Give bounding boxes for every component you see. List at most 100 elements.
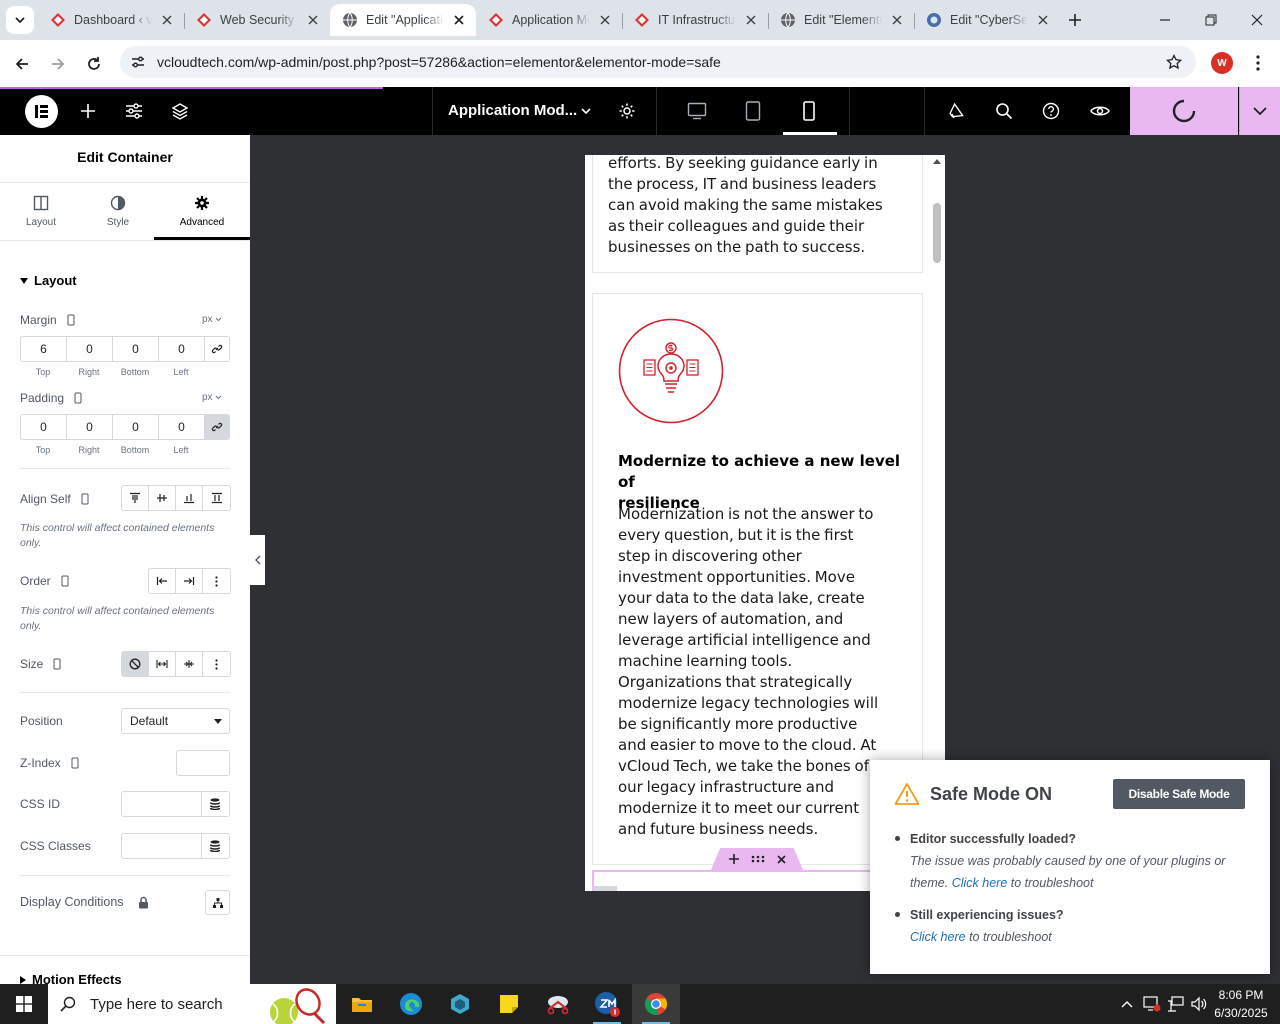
taskbar-snipping-tool[interactable] — [534, 984, 582, 1024]
padding-top-input[interactable]: 0 — [21, 415, 67, 439]
bookmark-star-icon[interactable] — [1166, 54, 1182, 70]
page-settings-button[interactable] — [609, 87, 645, 135]
margin-left-input[interactable]: 0 — [159, 337, 205, 361]
taskbar-file-explorer[interactable] — [338, 984, 386, 1024]
order-end-button[interactable] — [176, 569, 203, 593]
tray-volume[interactable] — [1188, 984, 1210, 1024]
tab-it-infrastructure[interactable]: IT Infrastructure — [622, 4, 768, 36]
close-icon[interactable] — [450, 11, 468, 29]
tray-network[interactable] — [1164, 984, 1188, 1024]
close-icon[interactable] — [742, 11, 760, 29]
section-motion-effects-toggle[interactable]: Motion Effects — [20, 972, 122, 984]
tab-style[interactable]: Style — [79, 191, 157, 241]
taskbar-clock[interactable]: 8:06 PM 6/30/2025 — [1208, 986, 1274, 1022]
preview-button[interactable] — [1082, 87, 1118, 135]
close-icon[interactable] — [304, 11, 322, 29]
disable-safe-mode-button[interactable]: Disable Safe Mode — [1113, 779, 1245, 809]
forward-button[interactable] — [44, 50, 72, 78]
mobile-icon[interactable] — [53, 658, 61, 670]
section-layout-toggle[interactable]: Layout — [20, 273, 77, 288]
device-tablet-button[interactable] — [736, 87, 770, 135]
tray-battery-alert[interactable] — [1140, 984, 1164, 1024]
align-stretch-button[interactable] — [203, 486, 230, 510]
finder-search-button[interactable] — [987, 87, 1021, 135]
mobile-icon[interactable] — [61, 575, 69, 587]
site-settings-button[interactable] — [118, 87, 150, 135]
tray-overflow-button[interactable] — [1116, 984, 1138, 1024]
margin-unit-select[interactable]: px — [202, 314, 222, 325]
document-menu-button[interactable] — [573, 87, 599, 135]
padding-left-input[interactable]: 0 — [159, 415, 205, 439]
start-button[interactable] — [0, 984, 48, 1024]
size-shrink-button[interactable] — [176, 652, 203, 676]
tab-search-button[interactable] — [6, 6, 34, 34]
tab-edit-application[interactable]: Edit "Application Modernization" — [330, 4, 476, 36]
drag-handle-icon[interactable] — [751, 855, 765, 863]
plus-icon[interactable] — [728, 854, 739, 864]
tab-advanced[interactable]: Advanced — [163, 191, 241, 241]
size-none-button[interactable] — [122, 652, 149, 676]
back-button[interactable] — [8, 50, 36, 78]
css-id-dynamic-tags-button[interactable] — [201, 791, 230, 817]
restore-button[interactable] — [1188, 0, 1234, 40]
device-mobile-button[interactable] — [792, 87, 826, 135]
padding-link-button[interactable] — [205, 415, 229, 439]
tab-edit-elementor[interactable]: Edit "Elementor" — [768, 4, 914, 36]
display-conditions-button[interactable] — [205, 890, 230, 915]
taskbar-sticky-notes[interactable] — [485, 984, 533, 1024]
padding-right-input[interactable]: 0 — [67, 415, 113, 439]
align-center-button[interactable] — [149, 486, 176, 510]
taskbar-zoho[interactable] — [583, 984, 631, 1024]
margin-top-input[interactable]: 6 — [21, 337, 67, 361]
panel-collapse-button[interactable] — [250, 535, 265, 585]
close-icon[interactable] — [776, 854, 786, 864]
close-icon[interactable] — [596, 11, 614, 29]
z-index-input[interactable] — [176, 750, 230, 776]
troubleshoot-link[interactable]: Click here — [910, 930, 966, 944]
browser-menu-button[interactable] — [1250, 52, 1266, 74]
size-custom-button[interactable] — [203, 652, 230, 676]
tab-web-security[interactable]: Web Security — [184, 4, 330, 36]
css-id-input[interactable] — [121, 791, 202, 817]
publish-options-button[interactable] — [1239, 87, 1280, 135]
padding-unit-select[interactable]: px — [202, 392, 222, 403]
align-end-button[interactable] — [176, 486, 203, 510]
close-icon[interactable] — [1034, 11, 1052, 29]
container-handle[interactable] — [711, 848, 803, 870]
add-element-button[interactable] — [72, 87, 104, 135]
address-bar[interactable]: vcloudtech.com/wp-admin/post.php?post=57… — [120, 46, 1196, 78]
css-classes-input[interactable] — [121, 833, 202, 859]
order-start-button[interactable] — [149, 569, 176, 593]
taskbar-search-box[interactable]: Type here to search — [48, 984, 336, 1024]
close-icon[interactable] — [158, 11, 176, 29]
padding-bottom-input[interactable]: 0 — [113, 415, 159, 439]
order-custom-button[interactable] — [203, 569, 230, 593]
margin-link-button[interactable] — [205, 337, 229, 361]
mobile-icon[interactable] — [67, 314, 75, 326]
taskbar-app-cube[interactable] — [436, 984, 484, 1024]
profile-avatar[interactable]: W — [1211, 52, 1233, 74]
tab-application-modernization[interactable]: Application Modernization — [476, 4, 622, 36]
tab-layout[interactable]: Layout — [2, 191, 80, 241]
help-button[interactable] — [1034, 87, 1068, 135]
structure-button[interactable] — [164, 87, 196, 135]
mobile-icon[interactable] — [81, 493, 89, 505]
reload-button[interactable] — [80, 50, 108, 78]
close-window-button[interactable] — [1234, 0, 1280, 40]
scroll-thumb[interactable] — [933, 203, 941, 263]
whats-new-button[interactable] — [940, 87, 974, 135]
position-select[interactable]: Default — [121, 708, 230, 734]
taskbar-chrome[interactable] — [632, 984, 680, 1024]
tab-edit-cybersecurity[interactable]: Edit "CyberSecurity" — [914, 4, 1060, 36]
tab-dashboard[interactable]: Dashboard ‹ vCloud Tech — [38, 4, 184, 36]
publish-button[interactable] — [1130, 87, 1238, 135]
align-start-button[interactable] — [122, 486, 149, 510]
elementor-logo-button[interactable] — [25, 95, 58, 128]
close-icon[interactable] — [888, 11, 906, 29]
margin-bottom-input[interactable]: 0 — [113, 337, 159, 361]
new-tab-button[interactable] — [1063, 8, 1087, 32]
size-grow-button[interactable] — [149, 652, 176, 676]
mobile-icon[interactable] — [74, 392, 82, 404]
device-desktop-button[interactable] — [680, 87, 714, 135]
taskbar-edge[interactable] — [387, 984, 435, 1024]
